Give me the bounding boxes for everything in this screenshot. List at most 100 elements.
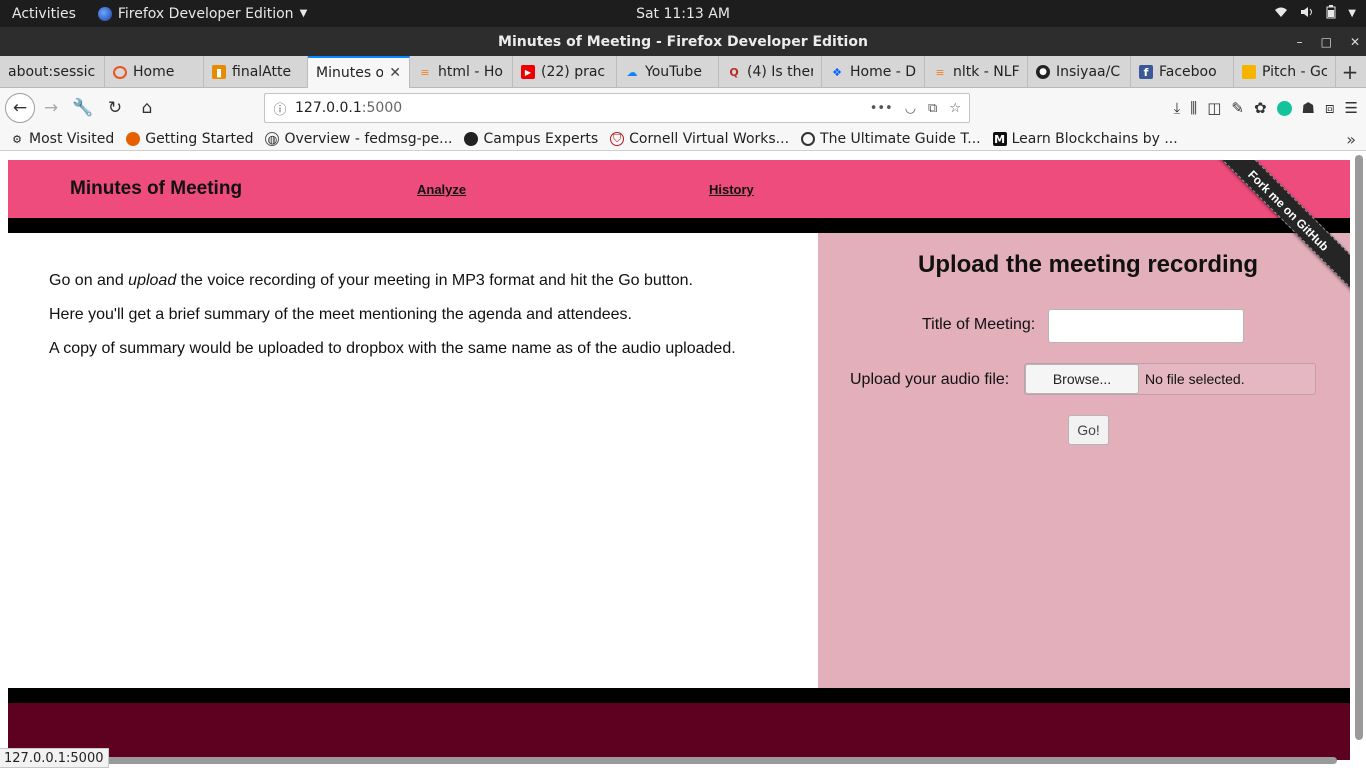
- volume-icon: [1300, 6, 1314, 22]
- clock[interactable]: Sat 11:13 AM: [636, 6, 730, 22]
- close-icon[interactable]: ✕: [1350, 35, 1360, 49]
- tab-label: Home - D: [850, 64, 916, 80]
- gear-icon: ⚙: [12, 132, 22, 146]
- bookmark-ultimate-guide[interactable]: The Ultimate Guide T...: [801, 131, 981, 147]
- tab-label: (4) Is ther: [747, 64, 813, 80]
- back-button[interactable]: ←: [5, 93, 35, 123]
- download-cloud-icon: ☁: [626, 65, 638, 79]
- tab-label: YouTube: [645, 64, 702, 80]
- footer-divider: [8, 688, 1350, 703]
- nav-toolbar: ← → 🔧 ↻ ⌂ ⓘ 127.0.0.1:5000 ••• ◡ ⧉ ☆ ⤓ ⫼…: [0, 88, 1366, 128]
- tab-label: finalAtte: [232, 64, 292, 80]
- tab-github-insiyaa[interactable]: ● Insiyaa/C: [1028, 56, 1131, 88]
- bookmarks-overflow-icon[interactable]: »: [1346, 128, 1356, 151]
- browse-button[interactable]: Browse...: [1025, 364, 1139, 394]
- reload-button[interactable]: ↻: [99, 92, 131, 124]
- download-icon[interactable]: ⤓: [1174, 99, 1181, 117]
- bookmark-most-visited[interactable]: ⚙ Most Visited: [10, 131, 114, 147]
- minimize-icon[interactable]: –: [1297, 35, 1303, 49]
- app-menu[interactable]: Firefox Developer Edition ▼: [97, 5, 307, 22]
- audio-file-input[interactable]: Browse... No file selected.: [1024, 363, 1316, 395]
- extension-icon[interactable]: ☗: [1302, 99, 1315, 117]
- screenshot-icon[interactable]: ⧉: [928, 101, 937, 116]
- tab-label: nltk - NLF: [953, 64, 1019, 80]
- tab-home[interactable]: Home: [105, 56, 204, 88]
- url-text[interactable]: 127.0.0.1:5000: [295, 100, 402, 116]
- tab-label: Faceboo: [1159, 64, 1217, 80]
- pocket-icon[interactable]: ◡: [905, 101, 916, 116]
- battery-icon: [1326, 4, 1336, 23]
- intro-line-1: Go on and upload the voice recording of …: [49, 271, 818, 291]
- eyedropper-icon[interactable]: ✎: [1231, 99, 1244, 117]
- title-of-meeting-input[interactable]: [1048, 309, 1244, 343]
- intro-panel: Go on and upload the voice recording of …: [8, 233, 818, 688]
- github-icon: ●: [1036, 65, 1050, 79]
- tab-label: about:sessic: [8, 64, 96, 80]
- bookmarks-bar: ⚙ Most Visited Getting Started ◍ Overview …: [0, 128, 1366, 151]
- bookmark-campus-experts[interactable]: Campus Experts: [464, 131, 598, 147]
- new-tab-button[interactable]: +: [1336, 56, 1364, 87]
- tab-youtube[interactable]: ☁ YouTube: [617, 56, 719, 88]
- intro-line-2: Here you'll get a brief summary of the m…: [49, 306, 632, 323]
- bookmark-star-icon[interactable]: ☆: [949, 101, 961, 116]
- forward-button[interactable]: →: [35, 92, 67, 124]
- tab-html-stackoverflow[interactable]: ≡ html - Ho: [410, 56, 513, 88]
- library-icon[interactable]: ⫼: [1190, 99, 1197, 117]
- tab-label: html - Ho: [438, 64, 503, 80]
- activities-button[interactable]: Activities: [0, 6, 88, 22]
- bookmark-label: Learn Blockchains by ...: [1011, 131, 1178, 147]
- bookmark-label: Campus Experts: [483, 131, 599, 147]
- wifi-icon: [1274, 6, 1288, 22]
- ubuntu-icon: [113, 65, 127, 79]
- tab-nltk[interactable]: ≡ nltk - NLF: [925, 56, 1028, 88]
- page-actions-icon[interactable]: •••: [870, 101, 893, 116]
- tab-pitch-slides[interactable]: Pitch - Gc: [1234, 56, 1336, 88]
- responsive-design-icon[interactable]: ⧈: [1325, 99, 1335, 117]
- url-bar[interactable]: ⓘ 127.0.0.1:5000 ••• ◡ ⧉ ☆: [264, 93, 970, 123]
- quora-icon: Q: [729, 65, 739, 79]
- file-status-text: No file selected.: [1145, 371, 1245, 387]
- dropbox-icon: ❖: [832, 65, 842, 79]
- tab-final-attendance[interactable]: ▮ finalAtte: [204, 56, 308, 88]
- nav-history-link[interactable]: History: [709, 182, 754, 197]
- bookmark-fedmsg[interactable]: ◍ Overview - fedmsg-pe...: [265, 131, 452, 147]
- tab-dropbox-home[interactable]: ❖ Home - D: [822, 56, 925, 88]
- horizontal-scrollbar[interactable]: [104, 757, 1337, 764]
- info-icon[interactable]: ⓘ: [265, 99, 295, 118]
- tab-facebook[interactable]: f Faceboo: [1131, 56, 1234, 88]
- shield-icon: ⛉: [610, 132, 625, 146]
- close-tab-icon[interactable]: ✕: [389, 65, 401, 81]
- home-button[interactable]: ⌂: [131, 92, 163, 124]
- app-menu-label: Firefox Developer Edition: [117, 5, 294, 22]
- wrench-icon[interactable]: 🔧: [67, 92, 99, 124]
- intro-text: Go on and: [49, 272, 129, 289]
- tab-strip: about:sessic Home ▮ finalAtte Minutes o …: [0, 56, 1366, 88]
- tab-quora[interactable]: Q (4) Is ther: [719, 56, 822, 88]
- intro-line-3: A copy of summary would be uploaded to d…: [49, 340, 736, 357]
- tab-label: Insiyaa/C: [1056, 64, 1121, 80]
- vertical-scrollbar[interactable]: [1355, 155, 1363, 740]
- tab-about-session[interactable]: about:sessic: [0, 56, 105, 88]
- globe-icon: ◍: [265, 132, 280, 146]
- page: Minutes of Meeting Analyze History Go on…: [8, 160, 1350, 760]
- nav-analyze-link[interactable]: Analyze: [417, 182, 466, 197]
- status-bar-url: 127.0.0.1:5000: [0, 748, 109, 768]
- bookmark-learn-blockchains[interactable]: M Learn Blockchains by ...: [992, 131, 1178, 147]
- bookmark-cornell[interactable]: ⛉ Cornell Virtual Works...: [610, 131, 789, 147]
- system-tray[interactable]: ▼: [1274, 0, 1356, 27]
- sidebar-icon[interactable]: ◫: [1207, 99, 1221, 117]
- menu-icon[interactable]: ☰: [1345, 99, 1358, 117]
- tab-minutes-of-meeting[interactable]: Minutes o ✕: [308, 56, 410, 88]
- bookmark-getting-started[interactable]: Getting Started: [126, 131, 253, 147]
- stackoverflow-icon: ≡: [935, 65, 945, 79]
- grammarly-icon[interactable]: [1276, 100, 1292, 116]
- tab-youtube-practice[interactable]: ▶ (22) prac: [513, 56, 617, 88]
- header-divider: [8, 218, 1350, 233]
- fork-me-ribbon[interactable]: Fork me on GitHub: [1206, 160, 1350, 293]
- bookmark-label: The Ultimate Guide T...: [820, 131, 981, 147]
- tab-label: (22) prac: [541, 64, 606, 80]
- maximize-icon[interactable]: □: [1321, 35, 1332, 49]
- web-viewport: Minutes of Meeting Analyze History Go on…: [0, 152, 1366, 768]
- go-button[interactable]: Go!: [1068, 415, 1109, 445]
- gnome-extension-icon[interactable]: ✿: [1254, 99, 1267, 117]
